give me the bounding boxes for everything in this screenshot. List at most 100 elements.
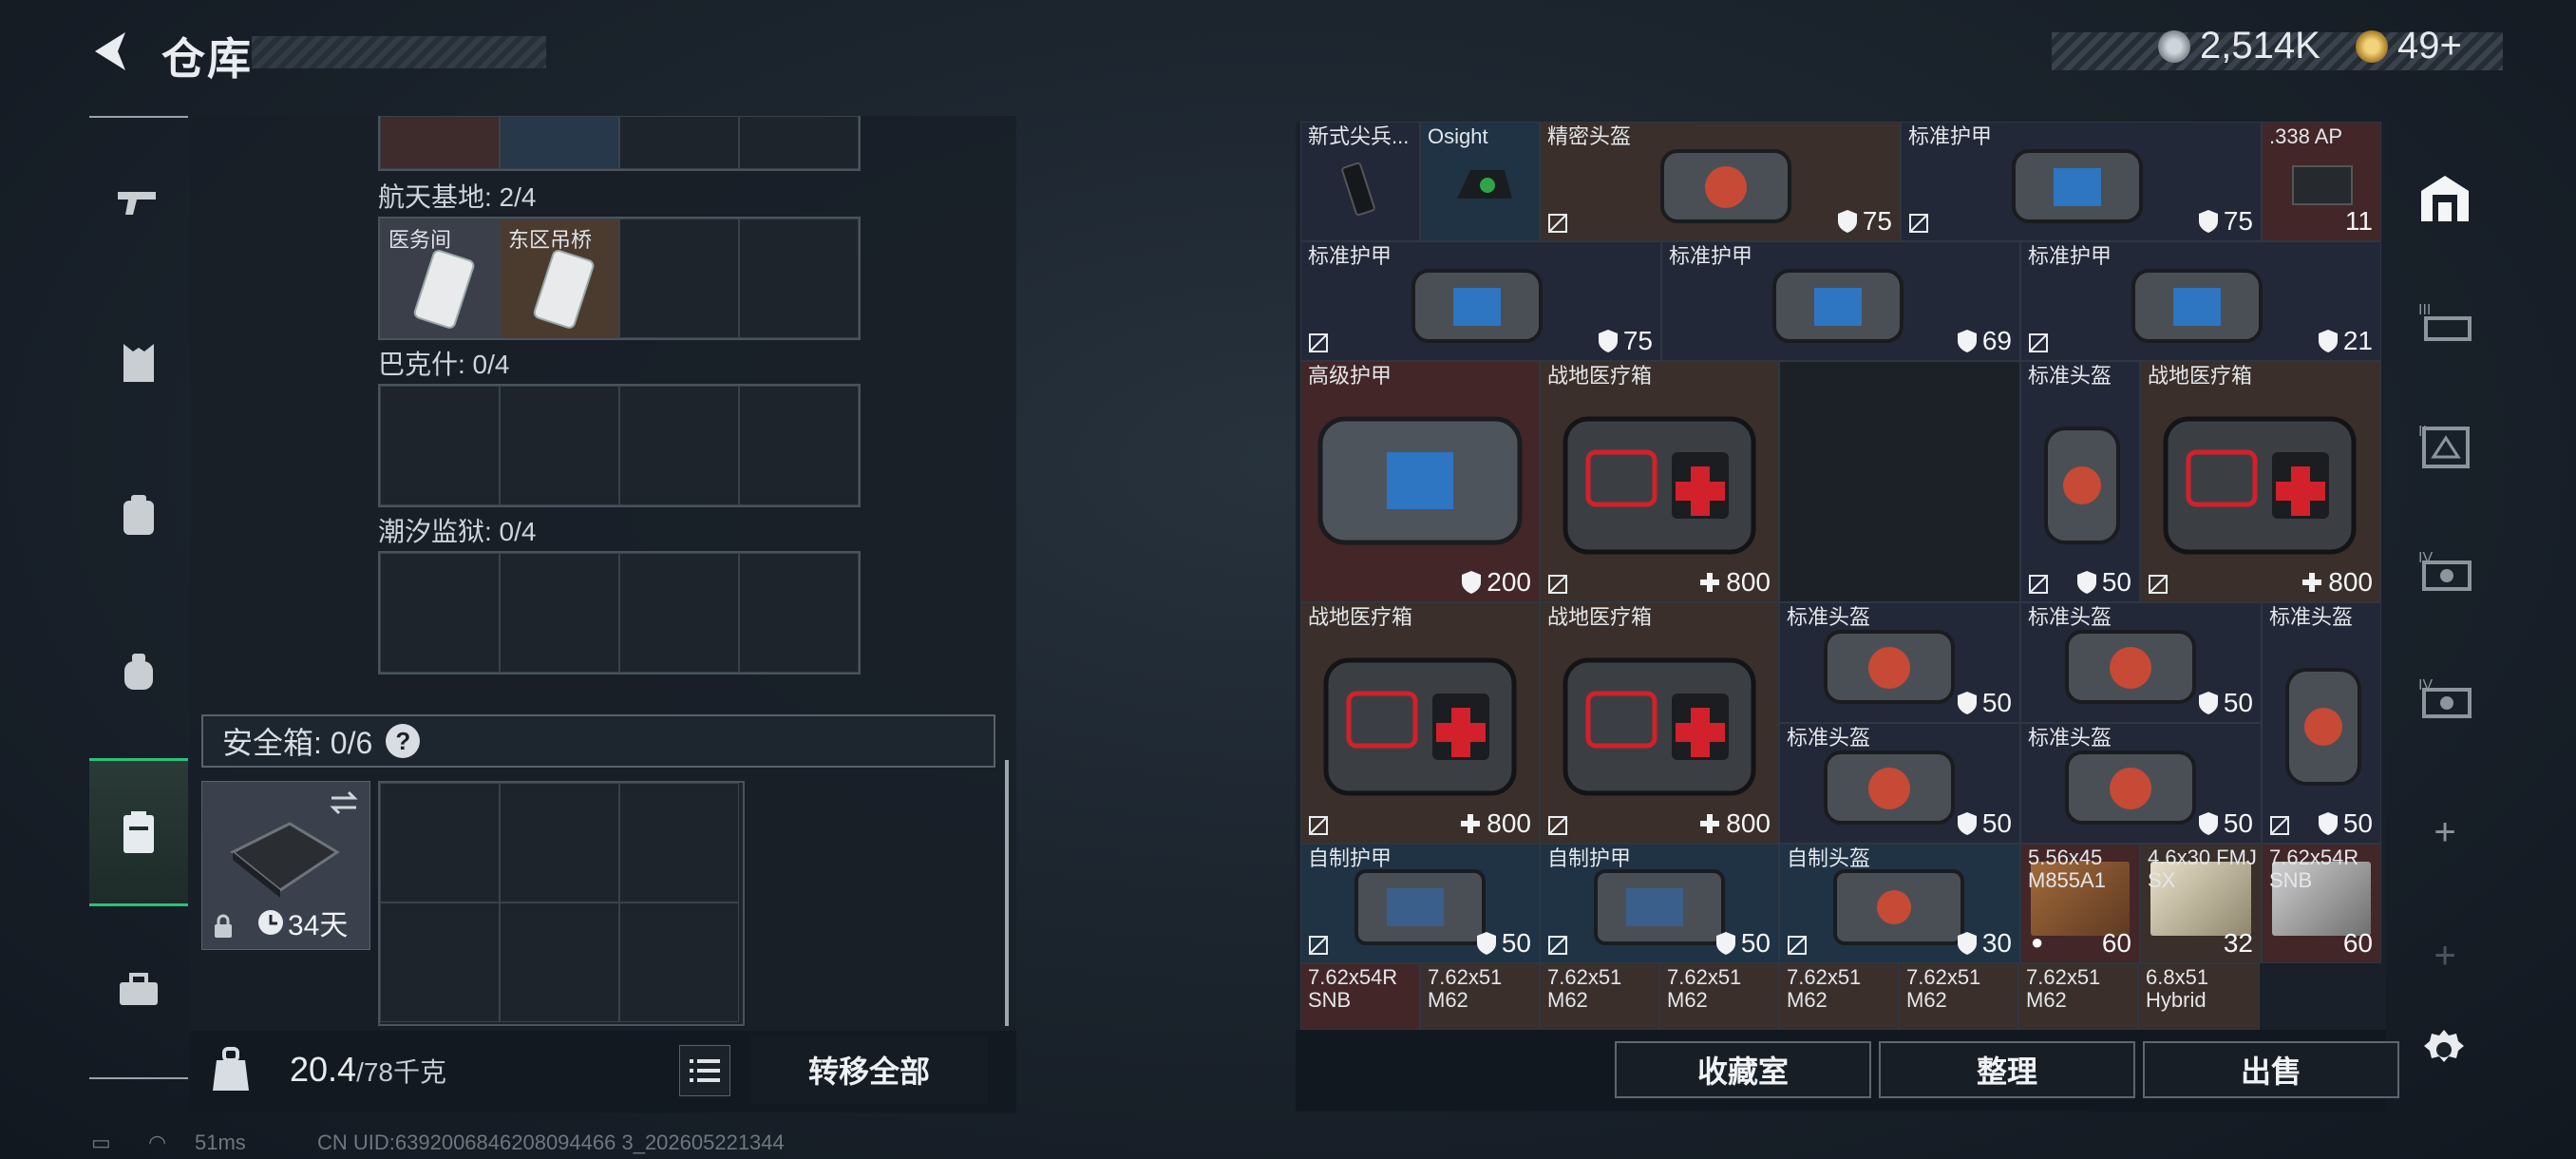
empty-slot[interactable] <box>619 553 739 673</box>
add-storage-button[interactable]: + <box>2407 918 2483 994</box>
page-title: 仓库 <box>161 34 253 84</box>
empty-slot[interactable] <box>739 553 859 673</box>
no-drop-icon <box>1909 214 1928 233</box>
armor-icon <box>2012 149 2143 223</box>
inventory-item[interactable]: 战地医疗箱 800 <box>1540 361 1779 602</box>
empty-slot[interactable] <box>1779 361 2020 602</box>
nav-storage-4b[interactable]: IV <box>2407 659 2483 735</box>
left-scrollbar[interactable] <box>1005 760 1009 1026</box>
inventory-item[interactable]: 7.62x51 M62 <box>2018 963 2138 1030</box>
aerospace-grid: 医务间 东区吊桥 <box>378 217 861 340</box>
armor-icon <box>1354 869 1486 945</box>
empty-slot[interactable] <box>619 386 739 505</box>
collection-room-button[interactable]: 收藏室 <box>1615 1041 1871 1098</box>
settings-gear-icon[interactable] <box>2420 1026 2468 1074</box>
backpack-icon <box>123 495 154 535</box>
durability-value: 800 <box>1459 808 1531 839</box>
keycard-item[interactable]: 医务间 <box>380 218 500 338</box>
inventory-item[interactable]: 自制护甲 50 <box>1300 844 1540 963</box>
armor-icon <box>1772 269 1904 343</box>
help-icon[interactable]: ? <box>386 724 421 758</box>
shield-icon <box>1462 571 1482 594</box>
nav-warehouse[interactable] <box>2407 160 2483 236</box>
empty-slot[interactable] <box>500 902 619 1022</box>
empty-slot[interactable] <box>380 902 500 1022</box>
medkit-icon <box>1323 657 1517 796</box>
token-display[interactable]: 49+ <box>2356 25 2462 67</box>
empty-slot[interactable] <box>380 783 500 902</box>
empty-slot[interactable] <box>500 386 619 505</box>
inventory-item[interactable]: 自制头盔 30 <box>1779 844 2020 963</box>
nav-toolbox[interactable] <box>89 933 188 1047</box>
inventory-item[interactable]: 标准头盔 50 <box>2262 602 2381 844</box>
empty-slot[interactable] <box>739 218 859 338</box>
inventory-item[interactable]: 标准护甲 75 <box>1300 241 1661 361</box>
inventory-item[interactable]: 战地医疗箱 800 <box>1300 602 1540 844</box>
empty-slot[interactable] <box>380 386 500 505</box>
empty-slot[interactable] <box>500 553 619 673</box>
inventory-item[interactable]: 战地医疗箱 800 <box>2140 361 2381 602</box>
inventory-item[interactable]: 战地医疗箱 800 <box>1540 602 1779 844</box>
nav-vest[interactable] <box>89 306 188 420</box>
inventory-item[interactable]: 标准头盔 50 <box>1779 602 2020 723</box>
nav-weapons[interactable] <box>89 146 188 260</box>
empty-slot[interactable] <box>619 218 739 338</box>
inventory-item[interactable]: 精密头盔 75 <box>1540 122 1901 241</box>
nav-backpack[interactable] <box>89 458 188 572</box>
inventory-item[interactable]: 标准护甲 75 <box>1901 122 2262 241</box>
list-view-button[interactable] <box>679 1045 730 1096</box>
empty-slot[interactable] <box>500 783 619 902</box>
inventory-item[interactable]: 新式尖兵... <box>1300 122 1420 241</box>
inventory-item[interactable]: 7.62x54R SNB <box>1300 963 1420 1030</box>
shield-icon <box>1598 330 1618 352</box>
empty-slot[interactable] <box>619 783 739 902</box>
add-storage-button[interactable]: + <box>2407 794 2483 870</box>
no-drop-icon <box>1788 936 1807 955</box>
nav-storage-4a[interactable]: IV <box>2407 532 2483 608</box>
inventory-item[interactable]: 7.62x51 M62 <box>1659 963 1779 1030</box>
inventory-item[interactable]: .338 AP 11 <box>2262 122 2381 241</box>
inventory-item[interactable]: 标准头盔 50 <box>2020 361 2140 602</box>
expiry-timer: 34天 <box>257 902 348 943</box>
back-arrow-icon[interactable] <box>87 27 137 76</box>
inventory-item[interactable]: Osight <box>1420 122 1540 241</box>
safe-case-item[interactable]: 34天 <box>201 781 370 950</box>
inventory-item[interactable]: 自制护甲 50 <box>1540 844 1779 963</box>
no-drop-icon <box>1309 333 1328 352</box>
case-icon <box>230 822 340 898</box>
inventory-item[interactable]: 5.56x45 M855A1 ● 60 <box>2020 844 2140 963</box>
transfer-all-button[interactable]: 转移全部 <box>750 1036 988 1104</box>
inventory-item[interactable]: 标准护甲 21 <box>2020 241 2381 361</box>
inventory-item[interactable]: 高级护甲 200 <box>1300 361 1540 602</box>
empty-slot[interactable] <box>739 386 859 505</box>
inventory-item[interactable]: 7.62x51 M62 <box>1540 963 1659 1030</box>
durability-value: 75 <box>1598 326 1653 356</box>
nav-storage-2[interactable]: II <box>2407 407 2483 483</box>
nav-pouch[interactable] <box>89 615 188 729</box>
empty-slot[interactable] <box>619 902 739 1022</box>
inventory-item[interactable]: 标准头盔 50 <box>2020 723 2262 844</box>
left-nav <box>89 116 188 1079</box>
inventory-item[interactable]: 6.8x51 Hybrid <box>2138 963 2260 1030</box>
swap-icon[interactable] <box>328 789 360 816</box>
sort-button[interactable]: 整理 <box>1879 1041 2135 1098</box>
keycard-item[interactable]: 东区吊桥 <box>500 218 619 338</box>
durability-value: 50 <box>1715 928 1771 959</box>
header-decoration <box>252 36 546 68</box>
nav-storage-3[interactable]: III <box>2407 283 2483 359</box>
nav-safebox[interactable] <box>89 758 188 906</box>
no-drop-icon <box>2029 333 2048 352</box>
inventory-item[interactable]: 7.62x51 M62 <box>1420 963 1540 1030</box>
inventory-item[interactable]: 7.62x51 M62 <box>1779 963 1899 1030</box>
inventory-item[interactable]: 4.6x30 FMJ SX 32 <box>2140 844 2262 963</box>
inventory-item[interactable]: 7.62x54R SNB 60 <box>2262 844 2381 963</box>
inventory-item[interactable]: 7.62x51 M62 <box>1899 963 2018 1030</box>
svg-text:III: III <box>2418 302 2431 318</box>
money-display[interactable]: 2,514K <box>2158 25 2320 67</box>
empty-slot[interactable] <box>380 553 500 673</box>
inventory-item[interactable]: 标准头盔 50 <box>2020 602 2262 723</box>
inventory-item[interactable]: 标准头盔 50 <box>1779 723 2020 844</box>
inventory-item[interactable]: 标准护甲 69 <box>1661 241 2020 361</box>
storage-gear-icon: IV <box>2418 550 2472 591</box>
sell-button[interactable]: 出售 <box>2143 1041 2399 1098</box>
